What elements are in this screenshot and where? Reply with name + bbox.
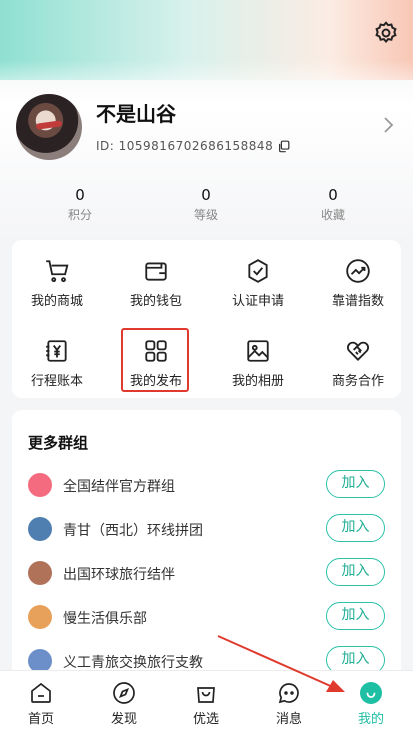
service-album[interactable]: 我的相册 <box>213 338 303 389</box>
settings-gear-icon[interactable] <box>373 20 399 46</box>
services-card: 我的商城 我的钱包 认证申请 靠谱指数 行程账本 我的发布 我的相册 商务合作 <box>12 240 401 398</box>
group-name: 义工青旅交换旅行支教 <box>63 655 203 671</box>
group-avatar-icon <box>28 517 52 541</box>
stat-label: 积分 <box>67 208 92 222</box>
tab-label: 优选 <box>192 712 219 727</box>
service-label: 认证申请 <box>231 294 284 309</box>
group-name: 全国结伴官方群组 <box>63 479 175 495</box>
stat-level[interactable]: 0 等级 <box>166 186 246 223</box>
tab-label: 我的 <box>357 712 384 727</box>
service-ledger[interactable]: 行程账本 <box>12 338 102 389</box>
stat-favorites[interactable]: 0 收藏 <box>293 186 373 223</box>
group-row[interactable]: 出国环球旅行结伴 加入 <box>12 555 401 591</box>
groups-card: 更多群组 全国结伴官方群组 加入 青甘（西北）环线拼团 加入 出国环球旅行结伴 … <box>12 410 401 680</box>
group-name: 慢生活俱乐部 <box>63 611 147 627</box>
tab-label: 首页 <box>27 712 54 727</box>
tab-home[interactable]: 首页 <box>11 681 71 727</box>
join-button[interactable]: 加入 <box>326 470 385 498</box>
service-label: 我的钱包 <box>129 294 182 309</box>
stat-value: 0 <box>328 186 338 204</box>
image-icon <box>247 340 269 362</box>
service-label: 我的相册 <box>231 374 284 389</box>
cart-icon <box>46 260 69 283</box>
profile-id: ID: 1059816702686158848 <box>96 139 291 153</box>
service-mall[interactable]: 我的商城 <box>12 258 102 309</box>
verified-shield-icon <box>248 259 268 283</box>
group-row[interactable]: 青甘（西北）环线拼团 加入 <box>12 511 401 547</box>
stat-points[interactable]: 0 积分 <box>40 186 120 223</box>
chevron-right-icon[interactable] <box>381 116 395 134</box>
home-icon <box>31 682 51 703</box>
service-label: 行程账本 <box>30 374 83 389</box>
profile-name: 不是山谷 <box>96 102 176 126</box>
group-avatar-icon <box>28 473 52 497</box>
stat-label: 收藏 <box>320 208 345 222</box>
stat-value: 0 <box>75 186 85 204</box>
join-button[interactable]: 加入 <box>326 602 385 630</box>
group-avatar-icon <box>28 605 52 629</box>
tab-featured[interactable]: 优选 <box>176 681 236 727</box>
group-row[interactable]: 全国结伴官方群组 加入 <box>12 467 401 503</box>
service-label: 靠谱指数 <box>331 294 384 309</box>
join-button[interactable]: 加入 <box>326 514 385 542</box>
ledger-yen-icon <box>46 340 67 362</box>
profile-id-text: ID: 1059816702686158848 <box>96 139 274 153</box>
handshake-icon <box>346 341 370 361</box>
group-name: 出国环球旅行结伴 <box>63 567 175 583</box>
service-label: 我的商城 <box>30 294 83 309</box>
avatar[interactable] <box>16 94 82 160</box>
stats-row: 0 积分 0 等级 0 收藏 <box>0 186 413 226</box>
stat-label: 等级 <box>193 208 218 222</box>
wallet-icon <box>145 262 167 281</box>
profile-icon <box>360 682 382 704</box>
service-business[interactable]: 商务合作 <box>313 338 403 389</box>
group-row[interactable]: 慢生活俱乐部 加入 <box>12 599 401 635</box>
stat-value: 0 <box>201 186 211 204</box>
trend-icon <box>346 259 370 283</box>
highlight-box <box>121 328 189 392</box>
group-name: 青甘（西北）环线拼团 <box>63 523 203 539</box>
tab-label: 发现 <box>110 712 137 727</box>
tab-discover[interactable]: 发现 <box>94 681 154 727</box>
service-wallet[interactable]: 我的钱包 <box>111 258 201 309</box>
service-reliability[interactable]: 靠谱指数 <box>313 258 403 309</box>
bottom-tab-bar: 首页 发现 优选 消息 我的 <box>0 670 413 734</box>
tab-label: 消息 <box>275 712 302 727</box>
service-label: 商务合作 <box>331 374 384 389</box>
tab-profile[interactable]: 我的 <box>341 681 401 727</box>
join-button[interactable]: 加入 <box>326 558 385 586</box>
compass-icon <box>113 682 135 704</box>
copy-icon[interactable] <box>277 139 291 153</box>
groups-title: 更多群组 <box>28 434 89 452</box>
service-verification[interactable]: 认证申请 <box>213 258 303 309</box>
message-icon <box>278 683 299 704</box>
group-avatar-icon <box>28 561 52 585</box>
tab-messages[interactable]: 消息 <box>259 681 319 727</box>
bag-icon <box>197 687 215 703</box>
